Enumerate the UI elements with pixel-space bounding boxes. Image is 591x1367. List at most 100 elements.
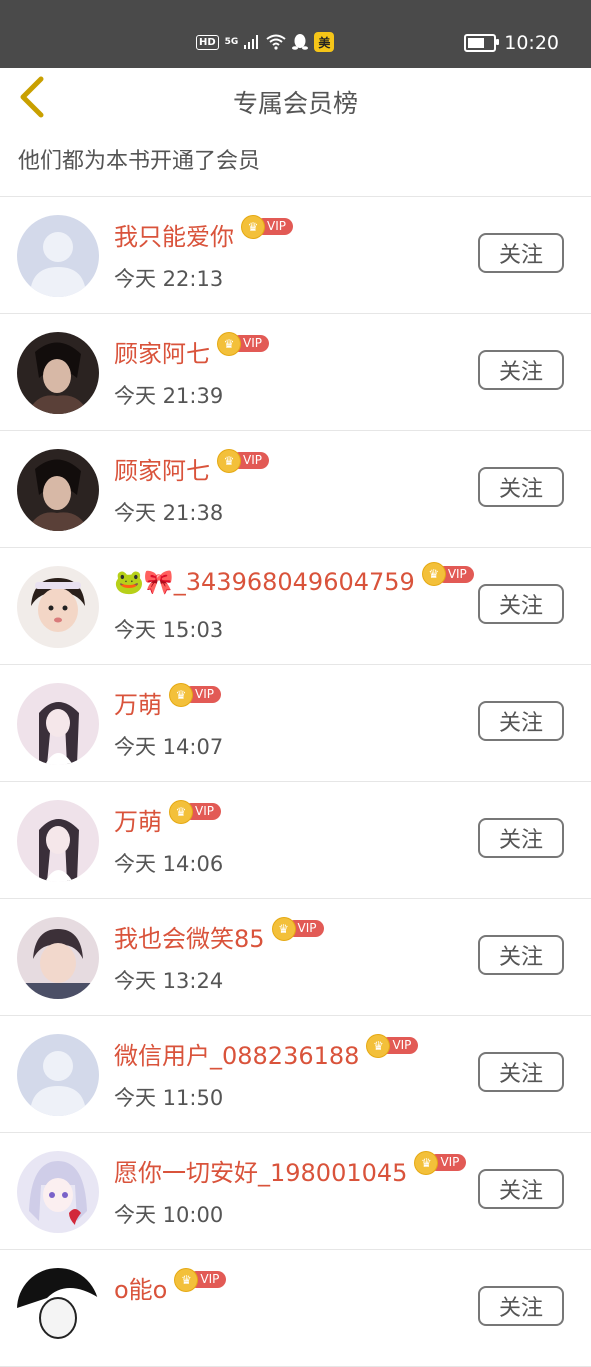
avatar[interactable] bbox=[17, 1034, 99, 1116]
crown-icon: ♛ bbox=[218, 332, 240, 355]
follow-button[interactable]: 关注 bbox=[478, 1286, 564, 1326]
name-line: 万萌 ♛ VIP bbox=[114, 683, 221, 720]
name-line: o能o ♛ VIP bbox=[114, 1268, 227, 1305]
qq-icon bbox=[292, 34, 309, 50]
member-time: 今天 10:00 bbox=[114, 1203, 224, 1227]
name-line: 顾家阿七 ♛ VIP bbox=[114, 449, 269, 486]
member-time: 今天 22:13 bbox=[114, 267, 224, 291]
member-name[interactable]: 我只能爱你 bbox=[114, 217, 234, 252]
page-title: 专属会员榜 bbox=[232, 89, 358, 118]
member-row[interactable]: 我只能爱你 ♛ VIP 今天 22:13 关注 bbox=[0, 197, 591, 314]
name-line: 微信用户_088236188 ♛ VIP bbox=[114, 1034, 419, 1071]
member-row[interactable]: 我也会微笑85 ♛ VIP 今天 13:24 关注 bbox=[0, 899, 591, 1016]
member-row[interactable]: 愿你一切安好_198001045 ♛ VIP 今天 10:00 关注 bbox=[0, 1133, 591, 1250]
page-subtitle: 他们都为本书开通了会员 bbox=[0, 134, 591, 197]
vip-badge: ♛ VIP bbox=[422, 563, 474, 585]
user-photo-icon bbox=[17, 566, 99, 648]
crown-icon: ♛ bbox=[415, 1151, 438, 1174]
user-photo-icon bbox=[17, 1268, 99, 1350]
follow-button[interactable]: 关注 bbox=[478, 818, 564, 858]
follow-button[interactable]: 关注 bbox=[478, 350, 564, 390]
member-name[interactable]: 我也会微笑85 bbox=[114, 919, 265, 954]
follow-button[interactable]: 关注 bbox=[478, 1052, 564, 1092]
name-line: 我只能爱你 ♛ VIP bbox=[114, 215, 293, 252]
name-line: 愿你一切安好_198001045 ♛ VIP bbox=[114, 1151, 467, 1188]
follow-button[interactable]: 关注 bbox=[478, 584, 564, 624]
battery-icon bbox=[464, 34, 500, 52]
vip-badge: ♛ VIP bbox=[242, 215, 293, 238]
status-bar: HD 5G 美 10:20 bbox=[0, 0, 591, 68]
avatar[interactable] bbox=[17, 1268, 99, 1350]
avatar[interactable] bbox=[17, 800, 99, 882]
wifi-icon bbox=[266, 34, 286, 50]
avatar[interactable] bbox=[17, 1151, 99, 1233]
follow-button[interactable]: 关注 bbox=[478, 701, 564, 741]
user-photo-icon bbox=[17, 800, 99, 882]
user-photo-icon bbox=[17, 449, 99, 531]
default-avatar-icon bbox=[17, 1034, 99, 1116]
member-row[interactable]: 微信用户_088236188 ♛ VIP 今天 11:50 关注 bbox=[0, 1016, 591, 1133]
member-time: 今天 11:50 bbox=[114, 1086, 224, 1110]
avatar[interactable] bbox=[17, 332, 99, 414]
vip-badge: ♛ VIP bbox=[272, 917, 324, 940]
clock: 10:20 bbox=[504, 32, 559, 54]
crown-icon: ♛ bbox=[367, 1034, 390, 1057]
member-time: 今天 13:24 bbox=[114, 969, 224, 993]
user-photo-icon bbox=[17, 917, 99, 999]
member-name[interactable]: 万萌 bbox=[114, 685, 162, 720]
follow-button[interactable]: 关注 bbox=[478, 1169, 564, 1209]
vip-badge: ♛ VIP bbox=[218, 332, 269, 355]
member-name[interactable]: 万萌 bbox=[114, 802, 162, 837]
hd-icon: HD bbox=[196, 34, 219, 50]
name-line: 万萌 ♛ VIP bbox=[114, 800, 221, 837]
member-name[interactable]: o能o bbox=[114, 1270, 167, 1305]
crown-icon: ♛ bbox=[242, 215, 264, 238]
member-row[interactable]: 万萌 ♛ VIP 今天 14:07 关注 bbox=[0, 665, 591, 782]
status-right: 10:20 bbox=[464, 32, 559, 54]
status-icons: HD 5G 美 bbox=[196, 32, 335, 52]
member-row[interactable]: 🐸🎀_343968049604759 ♛ VIP 今天 15:03 关注 bbox=[0, 548, 591, 665]
member-row[interactable]: o能o ♛ VIP 关注 bbox=[0, 1250, 591, 1367]
member-row[interactable]: 顾家阿七 ♛ VIP 今天 21:38 关注 bbox=[0, 431, 591, 548]
user-photo-icon bbox=[17, 683, 99, 765]
meituan-app-icon: 美 bbox=[314, 32, 335, 52]
member-list: 我只能爱你 ♛ VIP 今天 22:13 关注 顾家阿七 ♛ VIP 今天 21… bbox=[0, 197, 591, 1367]
follow-button[interactable]: 关注 bbox=[478, 233, 564, 273]
member-time: 今天 21:38 bbox=[114, 501, 224, 525]
name-line: 🐸🎀_343968049604759 ♛ VIP bbox=[114, 563, 474, 596]
vip-badge: ♛ VIP bbox=[218, 449, 269, 472]
user-photo-icon bbox=[17, 1151, 99, 1233]
network-label: 5G bbox=[224, 37, 239, 47]
vip-badge: ♛ VIP bbox=[367, 1034, 419, 1057]
member-time: 今天 14:06 bbox=[114, 852, 224, 876]
avatar[interactable] bbox=[17, 917, 99, 999]
follow-button[interactable]: 关注 bbox=[478, 467, 564, 507]
avatar[interactable] bbox=[17, 566, 99, 648]
avatar[interactable] bbox=[17, 449, 99, 531]
member-name[interactable]: 微信用户_088236188 bbox=[114, 1036, 359, 1071]
member-row[interactable]: 万萌 ♛ VIP 今天 14:06 关注 bbox=[0, 782, 591, 899]
name-line: 我也会微笑85 ♛ VIP bbox=[114, 917, 324, 954]
crown-icon: ♛ bbox=[272, 917, 295, 940]
vip-badge: ♛ VIP bbox=[415, 1151, 467, 1174]
default-avatar-icon bbox=[17, 215, 99, 297]
crown-icon: ♛ bbox=[218, 449, 240, 472]
user-photo-icon bbox=[17, 332, 99, 414]
name-line: 顾家阿七 ♛ VIP bbox=[114, 332, 269, 369]
member-name[interactable]: 顾家阿七 bbox=[114, 451, 210, 486]
member-name[interactable]: 顾家阿七 bbox=[114, 334, 210, 369]
avatar[interactable] bbox=[17, 683, 99, 765]
avatar[interactable] bbox=[17, 215, 99, 297]
crown-icon: ♛ bbox=[422, 563, 445, 585]
member-time: 今天 14:07 bbox=[114, 735, 224, 759]
signal-icon bbox=[244, 35, 259, 49]
member-row[interactable]: 顾家阿七 ♛ VIP 今天 21:39 关注 bbox=[0, 314, 591, 431]
follow-button[interactable]: 关注 bbox=[478, 935, 564, 975]
vip-badge: ♛ VIP bbox=[170, 683, 221, 706]
member-time: 今天 15:03 bbox=[114, 618, 224, 642]
crown-icon: ♛ bbox=[170, 800, 192, 823]
member-name[interactable]: 愿你一切安好_198001045 bbox=[114, 1153, 407, 1188]
nav-header: 专属会员榜 bbox=[0, 68, 591, 134]
crown-icon: ♛ bbox=[170, 683, 192, 706]
member-name[interactable]: 🐸🎀_343968049604759 bbox=[114, 568, 415, 596]
